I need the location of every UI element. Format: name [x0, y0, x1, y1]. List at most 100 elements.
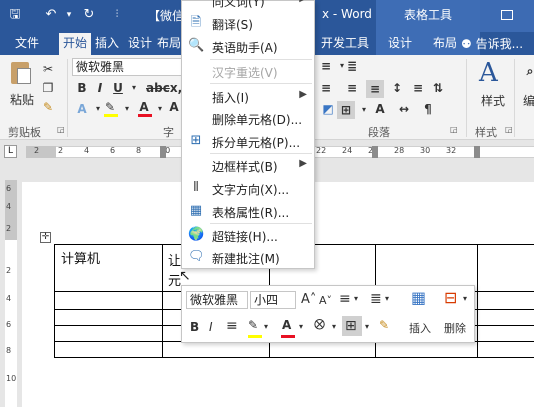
line-spacing-icon[interactable]: ↕ [389, 80, 405, 96]
mini-delete-button[interactable]: 删除 [444, 320, 466, 336]
insert-table-icon[interactable]: ▦ [411, 288, 426, 307]
menu-item-split-cells[interactable]: ⊞ 拆分单元格(P)... [182, 131, 314, 152]
vertical-ruler[interactable]: 6 4 2 2 4 6 8 10 [0, 162, 22, 407]
char-shading-icon[interactable]: A [166, 99, 182, 115]
table-cell[interactable]: 计算机 [61, 248, 100, 267]
tab-home[interactable]: 开始 [59, 33, 91, 55]
mini-highlight-icon[interactable]: ✎ [248, 318, 258, 332]
align-justify-icon[interactable]: ≡ [367, 81, 383, 97]
numbering-icon[interactable]: ≣ [344, 58, 360, 74]
mini-shading-dropdown-icon[interactable]: ▾ [332, 322, 336, 331]
underline-icon[interactable]: U [110, 80, 126, 96]
mini-format-painter-icon[interactable]: ✎ [379, 318, 389, 332]
sort-icon[interactable]: ⇅ [430, 80, 446, 96]
menu-item-delete-cells[interactable]: 删除单元格(D)... [182, 108, 314, 129]
styles-launcher-icon[interactable]: ◲ [505, 125, 513, 134]
tab-design[interactable]: 设计 [124, 33, 156, 55]
grow-font-icon[interactable]: A˄ [301, 292, 316, 307]
underline-dropdown-icon[interactable]: ▾ [126, 80, 142, 96]
cut-icon[interactable]: ✂ [40, 61, 56, 77]
menu-item-label: 拆分单元格(P)... [212, 136, 301, 150]
save-icon[interactable]: 🖫 [6, 6, 24, 24]
column-marker[interactable] [160, 146, 166, 158]
mini-bullets-icon[interactable]: ≡ [339, 291, 351, 307]
shading-icon[interactable]: ◩ [320, 101, 336, 117]
shrink-font-icon[interactable]: A˅ [319, 294, 332, 307]
font-color-icon[interactable]: A [136, 99, 152, 115]
copy-icon[interactable]: ❐ [40, 80, 56, 96]
bold-icon[interactable]: B [74, 80, 90, 96]
align-left-icon[interactable]: ≡ [318, 80, 334, 96]
editing-label: 编 [523, 94, 534, 108]
strikethrough-icon[interactable]: abc [146, 80, 170, 96]
restore-window-button[interactable] [480, 0, 534, 32]
highlight-dropdown-icon[interactable]: ▾ [119, 101, 135, 117]
menu-item-label: 插入(I) [212, 91, 249, 105]
format-painter-icon[interactable]: ✎ [40, 99, 56, 115]
menu-item-english-assistant[interactable]: 🔍 英语助手(A) [182, 36, 314, 57]
mini-borders-icon[interactable]: ⊞ [345, 318, 357, 334]
menu-item-insert[interactable]: 插入(I) ▶ [182, 86, 314, 107]
paste-icon[interactable] [8, 60, 34, 88]
highlight-icon[interactable]: ✎ [102, 99, 118, 115]
undo-dropdown-icon[interactable]: ▾ [60, 6, 78, 24]
show-marks-icon[interactable]: ¶ [420, 101, 436, 117]
menu-item-text-direction[interactable]: ⫴ 文字方向(X)... [182, 178, 314, 199]
italic-icon[interactable]: I [92, 80, 108, 96]
undo-icon[interactable]: ↶ [42, 6, 60, 24]
menu-item-table-properties[interactable]: ▦ 表格属性(R)... [182, 201, 314, 222]
menu-item-translate[interactable]: 🗎 翻译(S) [182, 13, 314, 34]
tab-table-layout[interactable]: 布局 [428, 33, 462, 55]
clipboard-launcher-icon[interactable]: ◲ [57, 125, 65, 134]
mini-align-center-icon[interactable]: ≡ [226, 318, 238, 334]
char-scale-icon[interactable]: ↔ [396, 101, 412, 117]
mini-font-size-box[interactable]: 小四 [250, 291, 296, 309]
asian-layout-icon[interactable]: A [372, 101, 388, 117]
align-center-icon[interactable]: ≡ [344, 80, 360, 96]
tab-developer[interactable]: 开发工具 [316, 33, 374, 55]
mouse-cursor-icon: ↖ [179, 268, 191, 284]
mini-shading-icon[interactable]: ⭙ [314, 317, 325, 333]
column-marker[interactable] [474, 146, 480, 158]
borders-dropdown-icon[interactable]: ▾ [356, 102, 372, 118]
menu-item-synonym[interactable]: 同义词(Y) ▶ [182, 0, 314, 11]
font-name-box[interactable]: 微软雅黑 [72, 58, 184, 76]
customize-qat-icon[interactable]: ⫶ [108, 6, 126, 24]
distributed-icon[interactable]: ≡ [410, 80, 426, 96]
mini-bullets-dropdown-icon[interactable]: ▾ [354, 294, 358, 303]
column-marker[interactable] [372, 146, 378, 158]
mini-insert-button[interactable]: 插入 [409, 320, 431, 336]
mini-highlight-dropdown-icon[interactable]: ▾ [264, 322, 268, 331]
mini-borders-dropdown-icon[interactable]: ▾ [365, 322, 369, 331]
mini-font-name-box[interactable]: 微软雅黑 [186, 291, 248, 309]
redo-icon[interactable]: ↻ [80, 6, 98, 24]
borders-icon[interactable]: ⊞ [338, 102, 354, 118]
tab-file[interactable]: 文件 [8, 33, 46, 55]
menu-item-new-comment[interactable]: 🗨 新建批注(M) [182, 247, 314, 268]
bullets-icon[interactable]: ≡ [318, 58, 334, 74]
paste-button[interactable]: 粘贴 [10, 91, 34, 108]
tab-table-design[interactable]: 设计 [383, 33, 417, 55]
menu-item-border-styles[interactable]: 边框样式(B) ▶ [182, 155, 314, 176]
menu-item-label: 翻译(S) [212, 18, 253, 32]
menu-item-hyperlink[interactable]: 🌍 超链接(H)... [182, 225, 314, 246]
styles-icon[interactable]: A [479, 58, 498, 88]
tell-me-search[interactable]: ⚉ 告诉我... [461, 35, 523, 52]
mini-italic-icon[interactable]: I [209, 320, 213, 334]
tab-insert[interactable]: 插入 [91, 33, 123, 55]
mini-bold-icon[interactable]: B [190, 320, 199, 334]
table-cell[interactable]: 让 [168, 250, 181, 269]
delete-table-icon[interactable]: ⊟ [444, 288, 457, 307]
table-move-handle-icon[interactable]: ✛ [40, 232, 51, 243]
tab-selector-icon[interactable]: L [4, 145, 17, 158]
editing-icon[interactable]: ⌕ [522, 63, 534, 79]
text-effects-icon[interactable]: A [74, 101, 90, 117]
mini-numbering-dropdown-icon[interactable]: ▾ [385, 294, 389, 303]
delete-dropdown-icon[interactable]: ▾ [463, 294, 467, 303]
paragraph-launcher-icon[interactable]: ◲ [450, 125, 458, 134]
styles-button[interactable]: 样式 [481, 92, 505, 109]
mini-font-color-icon[interactable]: A [282, 318, 291, 332]
mini-numbering-icon[interactable]: ≣ [370, 291, 382, 307]
context-menu: 同义词(Y) ▶ 🗎 翻译(S) 🔍 英语助手(A) 汉字重选(V) 插入(I)… [181, 0, 315, 269]
mini-font-color-dropdown-icon[interactable]: ▾ [299, 322, 303, 331]
